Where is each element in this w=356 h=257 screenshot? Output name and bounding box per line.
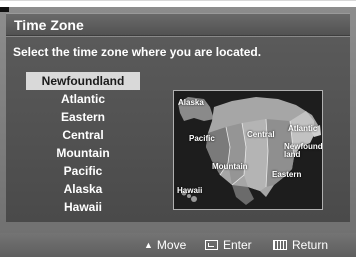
- up-down-arrow-icon: ▲︎: [144, 240, 153, 250]
- zone-item-pacific[interactable]: Pacific: [26, 162, 140, 180]
- map-label-hawaii: Hawaii: [177, 186, 203, 195]
- zone-item-newfoundland[interactable]: Newfoundland: [26, 72, 140, 90]
- map-label-central: Central: [247, 130, 275, 139]
- map-label-alaska: Alaska: [178, 98, 204, 107]
- navigation-bar: ▲︎ Move Enter Return: [0, 233, 356, 257]
- map-label-pacific: Pacific: [189, 134, 215, 143]
- zone-item-hawaii[interactable]: Hawaii: [26, 198, 140, 216]
- return-icon: [273, 240, 287, 250]
- timezone-map: Alaska Pacific Central Atlantic Newfound…: [173, 90, 323, 210]
- zone-item-eastern[interactable]: Eastern: [26, 108, 140, 126]
- timezone-list: Newfoundland Atlantic Eastern Central Mo…: [26, 72, 140, 216]
- corner-marker: [0, 7, 9, 12]
- top-border: [0, 0, 356, 1]
- map-label-mountain: Mountain: [212, 162, 248, 171]
- map-label-newfoundland: Newfound- land: [284, 142, 323, 159]
- timezone-panel: Select the time zone where you are locat…: [6, 37, 350, 222]
- zone-item-atlantic[interactable]: Atlantic: [26, 90, 140, 108]
- tv-screen: Time Zone Select the time zone where you…: [0, 7, 356, 257]
- zone-item-mountain[interactable]: Mountain: [26, 144, 140, 162]
- instruction-text: Select the time zone where you are locat…: [13, 45, 262, 59]
- enter-icon: [205, 240, 218, 250]
- menu-title: Time Zone: [14, 17, 84, 33]
- map-label-atlantic: Atlantic: [288, 124, 318, 133]
- zone-item-central[interactable]: Central: [26, 126, 140, 144]
- title-bar: Time Zone: [6, 13, 350, 36]
- map-label-eastern: Eastern: [272, 170, 302, 179]
- zone-item-alaska[interactable]: Alaska: [26, 180, 140, 198]
